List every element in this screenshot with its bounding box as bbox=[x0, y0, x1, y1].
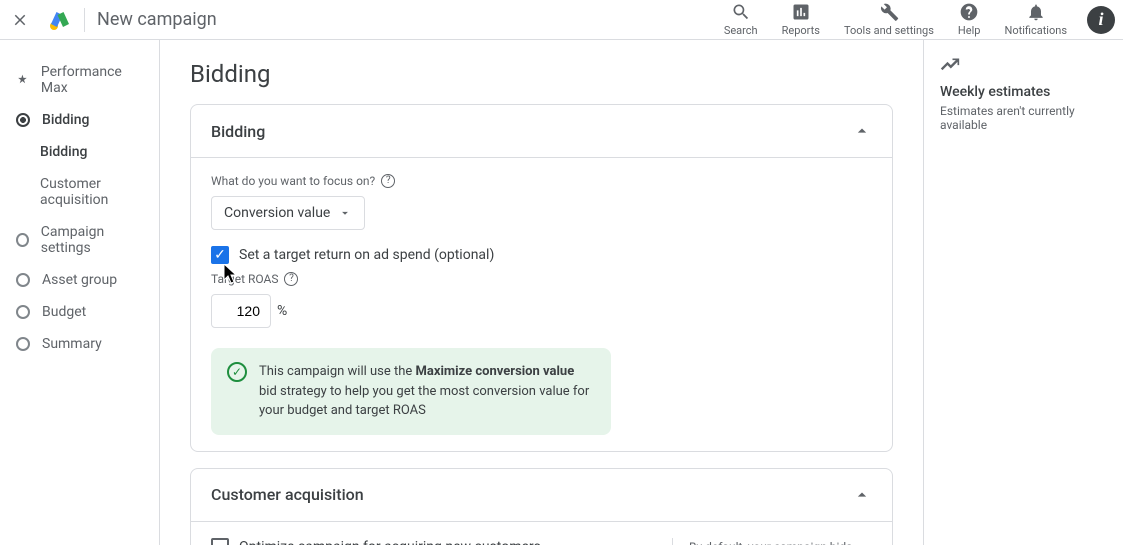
sidebar-sub-custacq[interactable]: Customer acquisition bbox=[0, 168, 159, 216]
top-action-reports[interactable]: Reports bbox=[770, 0, 832, 41]
chevron-up-icon bbox=[852, 485, 872, 505]
page-title: New campaign bbox=[97, 9, 712, 30]
bullet-icon bbox=[16, 337, 30, 351]
main-heading: Bidding bbox=[190, 60, 893, 88]
unit: % bbox=[277, 303, 287, 319]
label: Help bbox=[958, 24, 981, 37]
search-icon bbox=[731, 2, 751, 22]
custacq-sidetext: By default, your campaign bids equally f… bbox=[672, 538, 872, 545]
reports-icon bbox=[791, 2, 811, 22]
focus-value: Conversion value bbox=[224, 205, 330, 221]
target-roas-input[interactable] bbox=[211, 294, 271, 328]
right-panel: Weekly estimates Estimates aren't curren… bbox=[923, 40, 1123, 545]
ads-logo-icon bbox=[48, 8, 72, 32]
top-action-help[interactable]: Help bbox=[946, 0, 993, 41]
set-target-label: Set a target return on ad spend (optiona… bbox=[239, 247, 494, 263]
optimize-row: Optimize campaign for acquiring new cust… bbox=[211, 538, 672, 545]
custacq-card: Customer acquisition Optimize campaign f… bbox=[190, 468, 893, 545]
tools-icon bbox=[879, 2, 899, 22]
label: Asset group bbox=[42, 272, 117, 288]
topbar: New campaign Search Reports Tools and se… bbox=[0, 0, 1123, 40]
custacq-card-body: Optimize campaign for acquiring new cust… bbox=[191, 522, 892, 545]
chevron-down-icon bbox=[338, 206, 352, 220]
bell-icon bbox=[1026, 2, 1046, 22]
card-title: Bidding bbox=[211, 122, 265, 141]
target-roas-label-row: Target ROAS ? bbox=[211, 272, 872, 286]
check-circle-icon: ✓ bbox=[227, 362, 247, 382]
bidding-card-header[interactable]: Bidding bbox=[191, 105, 892, 158]
custacq-left: Optimize campaign for acquiring new cust… bbox=[211, 538, 672, 545]
trend-icon bbox=[940, 56, 960, 76]
bullet-icon bbox=[16, 273, 30, 287]
top-action-search[interactable]: Search bbox=[712, 0, 770, 41]
target-roas-input-wrap: % bbox=[211, 294, 872, 328]
sidebar-item-bidding[interactable]: Bidding bbox=[0, 104, 159, 136]
rp-title: Weekly estimates bbox=[940, 84, 1107, 100]
label: Search bbox=[724, 24, 758, 37]
sidebar: Performance Max Bidding Bidding Customer… bbox=[0, 40, 160, 545]
callout-suffix: bid strategy to help you get the most co… bbox=[259, 384, 589, 419]
top-action-notifications[interactable]: Notifications bbox=[992, 0, 1079, 41]
label: Reports bbox=[782, 24, 820, 37]
label: Customer acquisition bbox=[40, 176, 143, 208]
label: Tools and settings bbox=[844, 24, 934, 37]
callout-prefix: This campaign will use the bbox=[259, 364, 416, 379]
help-icon bbox=[959, 2, 979, 22]
card-title: Customer acquisition bbox=[211, 485, 364, 504]
set-target-checkbox[interactable] bbox=[211, 246, 229, 264]
layout: Performance Max Bidding Bidding Customer… bbox=[0, 40, 1123, 545]
sidebar-item-summary[interactable]: Summary bbox=[0, 328, 159, 360]
label: Bidding bbox=[40, 144, 87, 160]
focus-label: What do you want to focus on? bbox=[211, 174, 375, 188]
custacq-card-header[interactable]: Customer acquisition bbox=[191, 469, 892, 522]
close-button[interactable] bbox=[0, 0, 40, 40]
callout-msg: This campaign will use the Maximize conv… bbox=[259, 362, 595, 421]
bullet-icon bbox=[16, 113, 30, 127]
pmax-icon bbox=[16, 73, 29, 87]
close-icon bbox=[11, 11, 29, 29]
chevron-up-icon bbox=[852, 121, 872, 141]
divider bbox=[84, 8, 85, 32]
sidebar-item-asset-group[interactable]: Asset group bbox=[0, 264, 159, 296]
optimize-checkbox[interactable] bbox=[211, 538, 229, 545]
bullet-icon bbox=[16, 233, 29, 247]
label: Notifications bbox=[1004, 24, 1067, 37]
optimize-label: Optimize campaign for acquiring new cust… bbox=[239, 539, 541, 545]
label: Bidding bbox=[42, 112, 89, 128]
focus-label-row: What do you want to focus on? ? bbox=[211, 174, 872, 188]
target-roas-label: Target ROAS bbox=[211, 272, 278, 286]
set-target-row: Set a target return on ad spend (optiona… bbox=[211, 246, 872, 264]
label: Performance Max bbox=[41, 64, 143, 96]
top-action-tools[interactable]: Tools and settings bbox=[832, 0, 946, 41]
bidding-card: Bidding What do you want to focus on? ? … bbox=[190, 104, 893, 452]
main: Bidding Bidding What do you want to focu… bbox=[160, 40, 923, 545]
sidebar-sub-bidding[interactable]: Bidding bbox=[0, 136, 159, 168]
sidebar-item-campaign-settings[interactable]: Campaign settings bbox=[0, 216, 159, 264]
callout-bold: Maximize conversion value bbox=[416, 364, 575, 379]
rp-text: Estimates aren't currently available bbox=[940, 104, 1107, 132]
sidebar-item-budget[interactable]: Budget bbox=[0, 296, 159, 328]
label: Budget bbox=[42, 304, 86, 320]
info-button[interactable]: i bbox=[1087, 6, 1115, 34]
bidding-card-body: What do you want to focus on? ? Conversi… bbox=[191, 158, 892, 451]
top-actions: Search Reports Tools and settings Help N… bbox=[712, 0, 1123, 41]
help-icon[interactable]: ? bbox=[381, 174, 395, 188]
focus-select[interactable]: Conversion value bbox=[211, 196, 365, 230]
sidebar-item-pmax[interactable]: Performance Max bbox=[0, 56, 159, 104]
label: Campaign settings bbox=[41, 224, 143, 256]
side-text: By default, your campaign bids equally f… bbox=[689, 540, 856, 545]
help-icon[interactable]: ? bbox=[284, 272, 298, 286]
bullet-icon bbox=[16, 305, 30, 319]
bidding-callout: ✓ This campaign will use the Maximize co… bbox=[211, 348, 611, 435]
label: Summary bbox=[42, 336, 102, 352]
